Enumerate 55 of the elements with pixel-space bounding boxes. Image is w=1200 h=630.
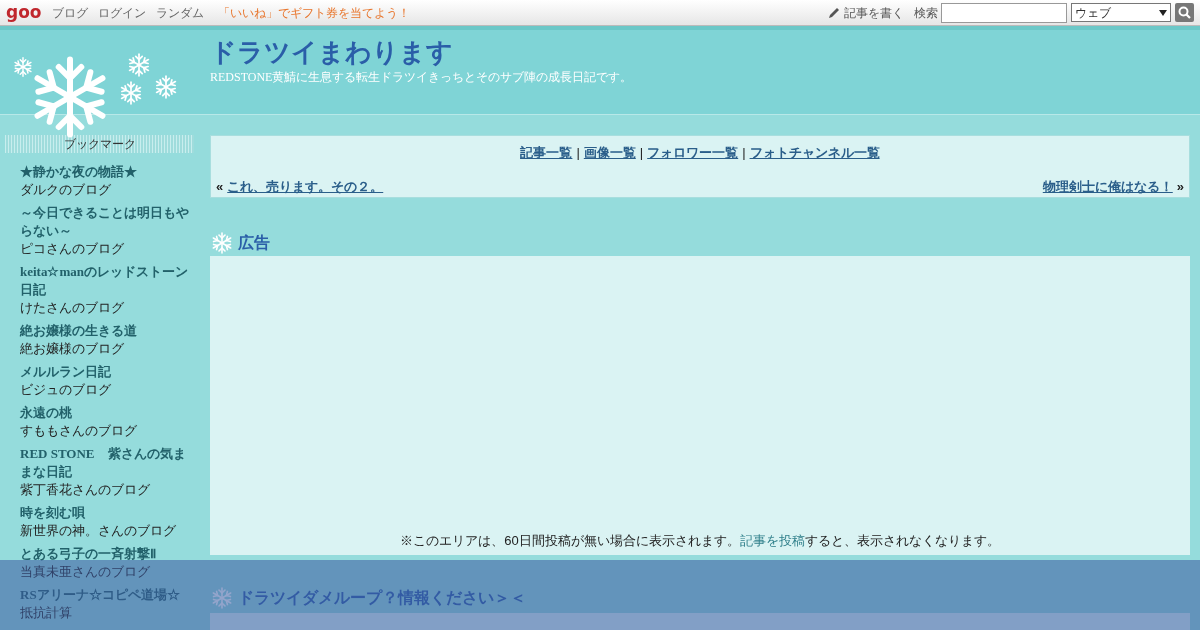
separator: | — [576, 144, 580, 162]
bookmark-owner: ビジュのブログ — [20, 381, 112, 399]
notice-text: ※このエリアは、60日間投稿が無い場合に表示されます。記事を投稿すると、表示されなくなります。 — [400, 531, 1000, 550]
bookmark-owner: 新世界の神。さんのブログ — [20, 522, 177, 540]
bookmark-owner: 当真未亜さんのブログ — [20, 563, 151, 581]
bookmark-link[interactable]: メルルラン日記 — [20, 363, 194, 381]
topbar-link[interactable]: ログイン — [97, 3, 146, 22]
bookmark-link[interactable]: ★静かな夜の物語★ — [20, 163, 194, 181]
bookmark-link[interactable]: RED STONE 紫さんの気ままな日記 — [20, 445, 194, 481]
snowflake-icon — [210, 586, 234, 610]
bookmark-link[interactable]: keita☆manのレッドストーン日記 — [20, 263, 194, 299]
topbar-link[interactable]: ブログ — [51, 3, 88, 22]
snowflake-icon — [153, 74, 179, 100]
section-heading: 広告 — [238, 233, 270, 253]
post-article-link[interactable]: 記事を投稿 — [739, 532, 805, 548]
caret-icon — [1159, 9, 1167, 16]
snowflake-icon — [126, 52, 152, 78]
search-field[interactable] — [941, 2, 1067, 23]
bookmark-owner: 絶お嬢様のブログ — [20, 340, 125, 358]
pencil-icon — [827, 5, 841, 20]
search-button[interactable] — [1175, 3, 1194, 22]
promo-link[interactable]: 「いいね」でギフト券を当てよう！ — [217, 3, 410, 22]
blog-description: REDSTONE黄鯖に生息する転生ドラツイきっちとそのサブ陣の成長日記です。 — [210, 69, 633, 86]
write-link[interactable]: 記事を書く — [844, 3, 904, 22]
sidebar-heading: ブックマーク — [5, 135, 194, 153]
topbar-link[interactable]: ランダム — [155, 3, 204, 22]
nav-link[interactable]: 画像一覧 — [583, 143, 636, 163]
search-label: 検索 — [914, 4, 938, 22]
separator: | — [639, 144, 644, 162]
nav-link[interactable]: フォトチャンネル一覧 — [749, 143, 880, 163]
snowflake-icon — [118, 80, 144, 106]
prev-mark: « — [216, 177, 224, 196]
nav-link[interactable]: 記事一覧 — [520, 143, 573, 163]
blog-title[interactable]: ドラツイまわります — [210, 36, 633, 68]
bookmark-link[interactable]: ～今日できることは明日もやらない～ — [20, 204, 194, 240]
scope-dropdown[interactable]: ウェブ — [1071, 3, 1171, 22]
bookmark-owner: ダルクのブログ — [20, 181, 112, 199]
separator: | — [742, 144, 746, 162]
site-logo[interactable]: goo — [6, 4, 42, 21]
next-mark: » — [1176, 177, 1184, 196]
prev-post-link[interactable]: これ、売ります。その２。 — [227, 176, 384, 196]
bookmark-owner: 抵抗計算 — [20, 604, 73, 622]
bookmark-link[interactable]: とある弓子の一斉射撃Ⅱ — [20, 545, 194, 563]
nav-link[interactable]: フォロワー一覧 — [647, 143, 739, 163]
section-heading: ドラツイダメループ？情報ください＞＜ — [238, 588, 526, 608]
bookmark-owner: 紫丁香花さんのブログ — [20, 481, 151, 499]
next-post-link[interactable]: 物理剣士に俺はなる！ — [1042, 176, 1173, 196]
bookmark-link[interactable]: 永遠の桃 — [20, 404, 194, 422]
bookmark-link[interactable]: 時を刻む唄 — [20, 504, 194, 522]
bookmark-owner: けたさんのブログ — [20, 299, 125, 317]
snowflake-icon — [210, 231, 234, 255]
bookmark-owner: ピコさんのブログ — [20, 240, 125, 258]
bookmark-owner: すももさんのブログ — [20, 422, 138, 440]
bookmark-link[interactable]: 絶お嬢様の生きる道 — [20, 322, 194, 340]
search-icon — [1178, 6, 1191, 19]
